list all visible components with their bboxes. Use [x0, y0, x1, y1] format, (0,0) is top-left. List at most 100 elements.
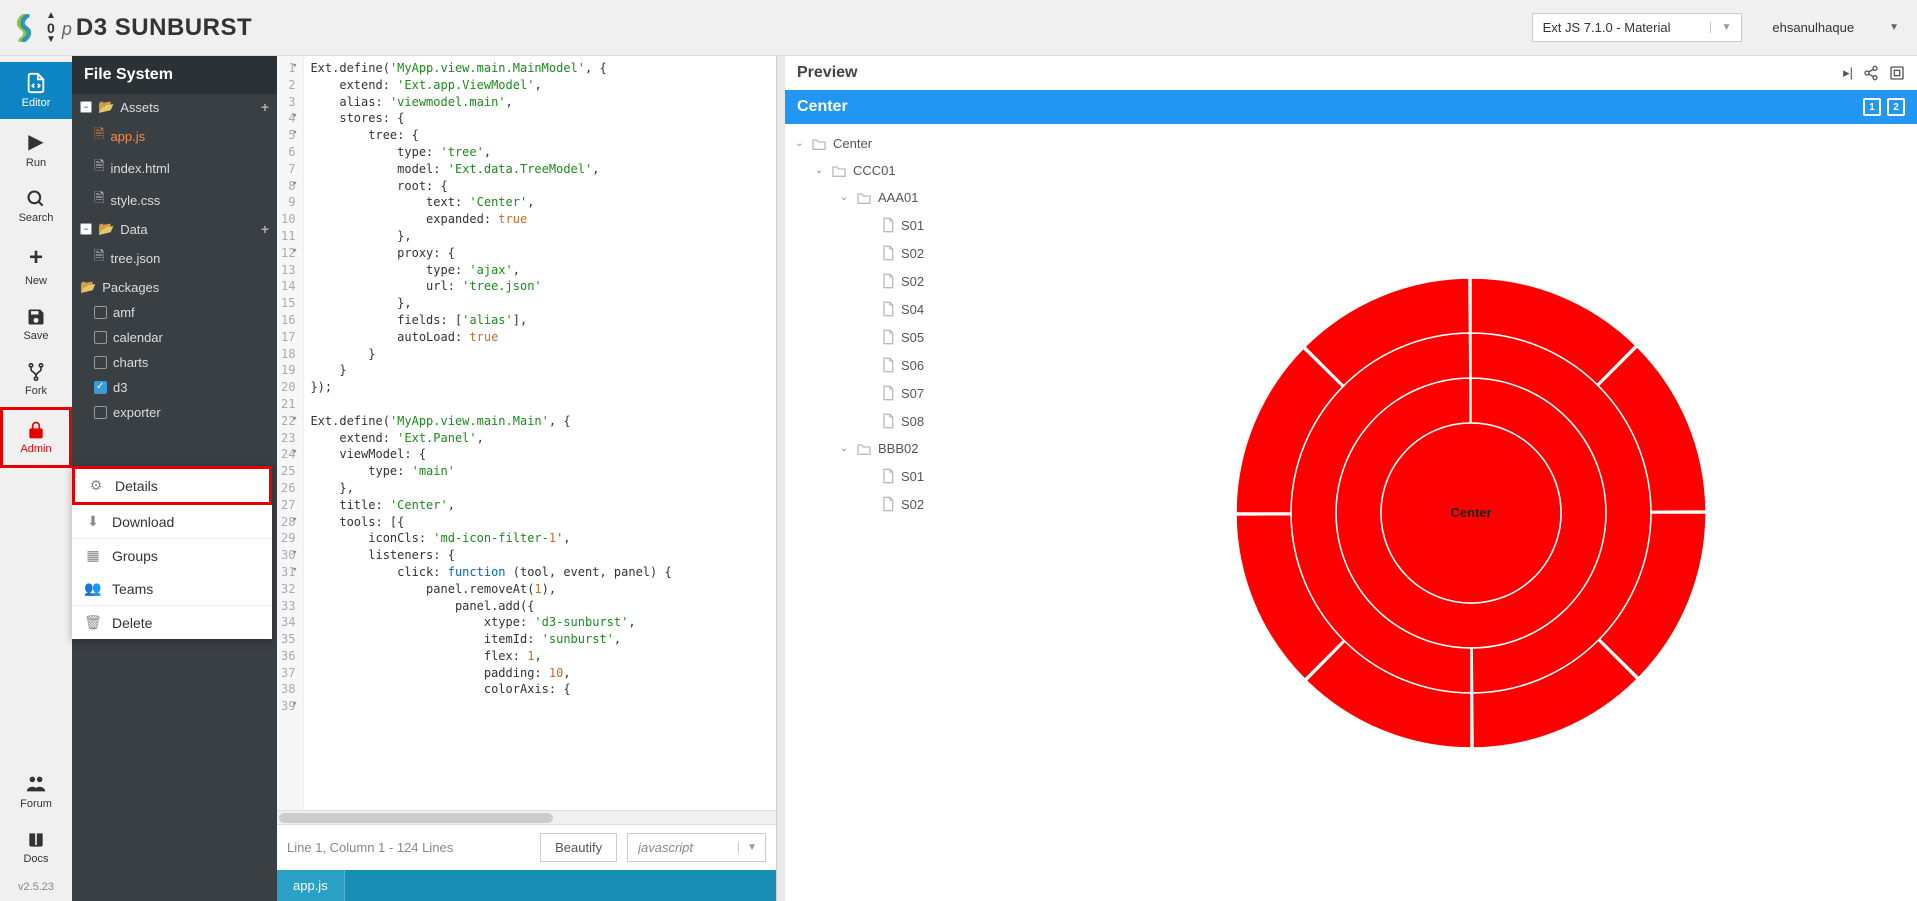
rail-item-fork[interactable]: Fork — [0, 352, 72, 407]
ctx-delete[interactable]: 🗑 Delete — [72, 606, 272, 639]
trash-icon: 🗑 — [84, 614, 102, 631]
fs-folder-assets[interactable]: − 📂 Assets + — [72, 94, 277, 120]
chevron-down-icon[interactable]: ▼ — [738, 842, 765, 853]
fs-file-stylecss[interactable]: 🗎 style.css — [72, 184, 277, 216]
tree-node[interactable]: S02 — [785, 239, 1025, 267]
rail-item-docs[interactable]: Docs — [0, 820, 72, 875]
tree-node[interactable]: ⌄Center — [785, 130, 1025, 157]
search-icon — [26, 189, 46, 209]
chevron-up-icon[interactable]: ▲ — [46, 11, 56, 21]
tree-node[interactable]: S02 — [785, 267, 1025, 295]
id-spinner[interactable]: ▲ 0 ▼ — [46, 11, 56, 45]
file-icon: 🗎 — [94, 157, 104, 179]
checkbox-icon[interactable] — [94, 306, 107, 319]
rail-item-search[interactable]: Search — [0, 179, 72, 234]
editor-tab-appjs[interactable]: app.js — [277, 870, 345, 901]
sunburst-chart[interactable]: Center — [1025, 124, 1917, 901]
user-menu[interactable]: ehsanulhaque ▼ — [1772, 20, 1907, 35]
ctx-details[interactable]: ⚙ Details — [72, 466, 272, 505]
rail-item-save[interactable]: Save — [0, 297, 72, 352]
add-file-icon[interactable]: + — [261, 221, 269, 237]
ctx-download[interactable]: ⬇ Download — [72, 505, 272, 538]
fs-pkg-calendar[interactable]: calendar — [72, 325, 277, 350]
collapse-icon[interactable]: − — [80, 101, 92, 113]
gear-icon: ⚙ — [87, 477, 105, 494]
checkbox-icon[interactable] — [94, 406, 107, 419]
editor-tabs: app.js — [277, 870, 776, 901]
ctx-groups[interactable]: ▦ Groups — [72, 539, 272, 572]
tree-node[interactable]: S01 — [785, 211, 1025, 239]
save-icon — [26, 307, 46, 327]
download-icon: ⬇ — [84, 513, 102, 530]
users-icon — [25, 773, 47, 795]
file-icon: 🗎 — [94, 247, 104, 269]
version-select-value: Ext JS 7.1.0 - Material — [1543, 20, 1671, 35]
file-icon — [881, 468, 895, 484]
language-input[interactable] — [628, 834, 738, 861]
new-window-icon[interactable] — [1889, 65, 1905, 81]
rail-item-new[interactable]: + New — [0, 234, 72, 297]
chevron-down-icon[interactable]: ▼ — [46, 35, 56, 45]
expand-right-icon[interactable]: ▸| — [1843, 65, 1853, 81]
filter-2-icon[interactable]: 2 — [1887, 98, 1905, 116]
code-lines[interactable]: Ext.define('MyApp.view.main.MainModel', … — [304, 56, 776, 810]
fs-folder-data[interactable]: − 📂 Data + — [72, 216, 277, 242]
tree-node[interactable]: S06 — [785, 351, 1025, 379]
horizontal-scrollbar[interactable] — [277, 810, 776, 824]
code-editor[interactable]: 1▾234▾5▾678▾9101112▾13141516171819202122… — [277, 56, 776, 810]
filter-1-icon[interactable]: 1 — [1863, 98, 1881, 116]
folder-icon — [811, 137, 827, 151]
context-menu: ⚙ Details ⬇ Download ▦ Groups 👥 Teams — [72, 466, 272, 639]
ctx-teams[interactable]: 👥 Teams — [72, 572, 272, 605]
rail-item-forum[interactable]: Forum — [0, 763, 72, 820]
file-icon — [881, 301, 895, 317]
fs-pkg-exporter[interactable]: exporter — [72, 400, 277, 425]
checkbox-icon[interactable] — [94, 356, 107, 369]
fs-pkg-d3[interactable]: d3 — [72, 375, 277, 400]
folder-icon — [856, 442, 872, 456]
fs-pkg-charts[interactable]: charts — [72, 350, 277, 375]
fs-file-indexhtml[interactable]: 🗎 index.html — [72, 152, 277, 184]
checkbox-checked-icon[interactable] — [94, 381, 107, 394]
rail-item-run[interactable]: ▶ Run — [0, 119, 72, 179]
lock-icon — [26, 420, 46, 440]
sencha-logo-icon — [10, 14, 38, 42]
tree-node[interactable]: ⌄AAA01 — [785, 184, 1025, 211]
chevron-down-icon: ▼ — [1889, 22, 1899, 33]
tree-node[interactable]: S04 — [785, 295, 1025, 323]
fs-pkg-amf[interactable]: amf — [72, 300, 277, 325]
tree-node[interactable]: S07 — [785, 379, 1025, 407]
tree-node[interactable]: S01 — [785, 462, 1025, 490]
left-rail: Editor ▶ Run Search + New Save — [0, 56, 72, 901]
language-select[interactable]: ▼ — [627, 833, 766, 862]
username-label: ehsanulhaque — [1772, 20, 1854, 35]
add-file-icon[interactable]: + — [261, 99, 269, 115]
rail-item-admin[interactable]: Admin — [0, 407, 72, 468]
vertical-splitter[interactable] — [777, 56, 785, 901]
fs-file-treejson[interactable]: 🗎 tree.json — [72, 242, 277, 274]
beautify-button[interactable]: Beautify — [540, 833, 617, 862]
file-icon — [881, 245, 895, 261]
checkbox-icon[interactable] — [94, 331, 107, 344]
tree-node[interactable]: S02 — [785, 490, 1025, 518]
folder-icon — [856, 191, 872, 205]
preview-tree[interactable]: ⌄Center⌄CCC01⌄AAA01S01S02S02S04S05S06S07… — [785, 124, 1025, 901]
rail-item-editor[interactable]: Editor — [0, 62, 72, 119]
book-icon — [26, 830, 46, 850]
framework-version-select[interactable]: Ext JS 7.1.0 - Material ▼ — [1532, 13, 1743, 42]
fiddle-title[interactable]: D3 SUNBURST — [76, 14, 252, 42]
preview-column: Preview ▸| Center 1 2 — [785, 56, 1917, 901]
tree-node[interactable]: S08 — [785, 407, 1025, 435]
tree-node[interactable]: S05 — [785, 323, 1025, 351]
fs-file-appjs[interactable]: 🗎 app.js — [72, 120, 277, 152]
collapse-icon[interactable]: − — [80, 223, 92, 235]
file-icon — [881, 273, 895, 289]
tree-node[interactable]: ⌄BBB02 — [785, 435, 1025, 462]
code-file-icon — [25, 72, 47, 94]
file-icon — [881, 385, 895, 401]
share-icon[interactable] — [1863, 65, 1879, 81]
grid-icon: ▦ — [84, 547, 102, 564]
fs-folder-packages[interactable]: 📂 Packages — [72, 274, 277, 300]
play-icon: ▶ — [28, 129, 43, 154]
tree-node[interactable]: ⌄CCC01 — [785, 157, 1025, 184]
